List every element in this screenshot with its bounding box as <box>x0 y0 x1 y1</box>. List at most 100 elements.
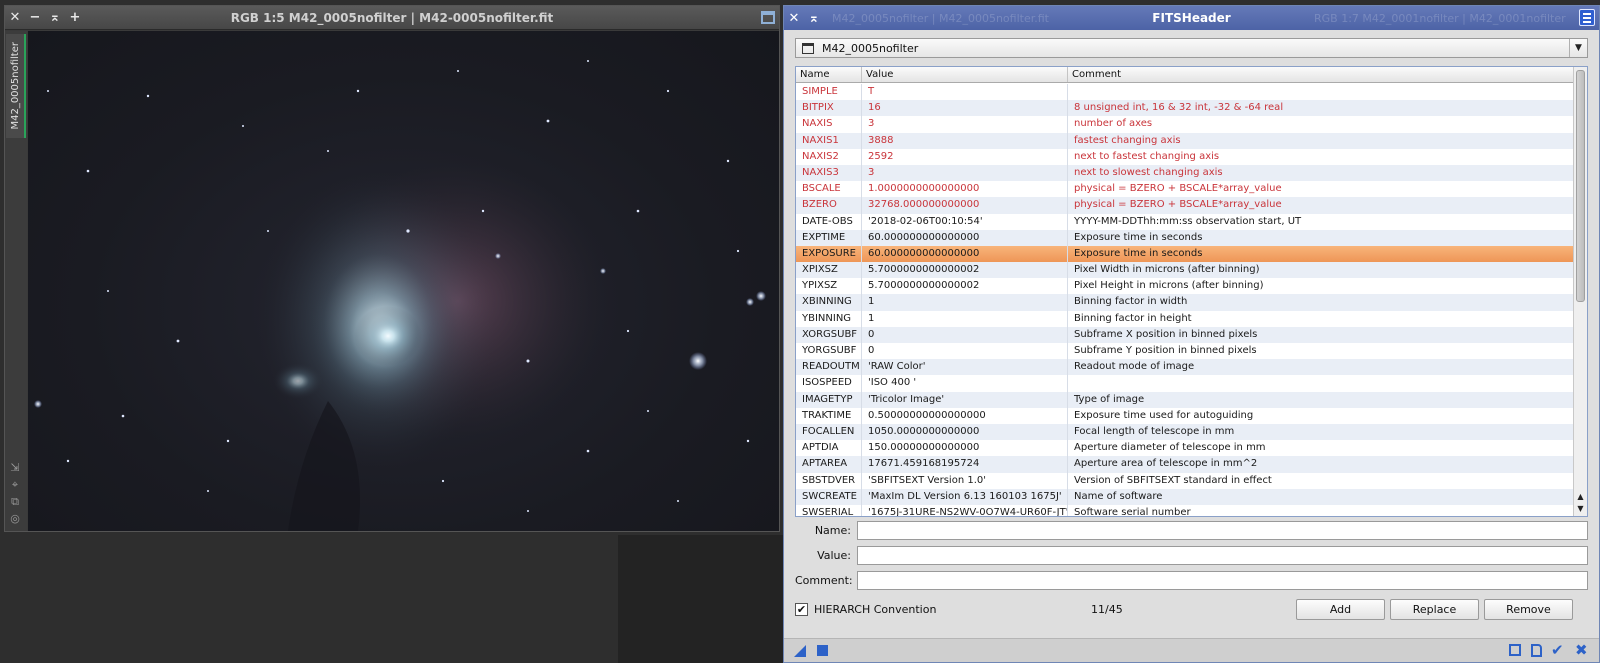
cell-comment: next to slowest changing axis <box>1068 164 1574 182</box>
cell-name: XPIXSZ <box>796 262 862 279</box>
cell-value: '1675J-31URE-NS2WV-0O7W4-UR60F-JT' <box>862 504 1068 516</box>
close-icon[interactable]: ✕ <box>784 6 804 30</box>
comment-input[interactable] <box>857 570 1588 590</box>
table-row[interactable]: EXPOSURE 60.000000000000000 Exposure time … <box>796 245 1574 263</box>
table-row[interactable]: DATE-OBS '2018-02-06T00:10:54' YYYY-MM-DDT… <box>796 213 1574 230</box>
image-window[interactable]: ✕ − ⌅ + RGB 1:5 M42_0005nofilter | M42-0… <box>4 5 780 532</box>
fits-header-window[interactable]: ✕ ⌅ M42_0005nofilter | M42_0005nofilter.… <box>783 5 1600 663</box>
table-row[interactable]: XBINNING 1 Binning factor in width <box>796 294 1574 311</box>
replace-button[interactable]: Replace <box>1390 599 1479 620</box>
table-row[interactable]: BSCALE 1.0000000000000000 physical = BZERO… <box>796 181 1574 198</box>
image-canvas[interactable] <box>28 31 779 531</box>
document-icon[interactable] <box>1531 644 1542 657</box>
desktop-background <box>618 535 783 663</box>
cell-name: TRAKTIME <box>796 407 862 424</box>
table-row[interactable]: ISOSPEED 'ISO 400 ' <box>796 375 1574 392</box>
process-icon[interactable] <box>1579 9 1595 26</box>
cell-value: 60.000000000000000 <box>862 229 1068 246</box>
cell-value: 0.50000000000000000 <box>862 407 1068 424</box>
view-id-tab[interactable]: M42_0005nofilter <box>6 34 26 138</box>
table-row[interactable]: NAXIS 3 number of axes <box>796 116 1574 133</box>
table-row[interactable]: BZERO 32768.000000000000 physical = BZERO … <box>796 197 1574 214</box>
resize-icon[interactable]: ⇲ <box>8 462 22 474</box>
reset-icon[interactable]: ✖ <box>1575 643 1589 658</box>
table-row[interactable]: NAXIS3 3 next to slowest changing axis <box>796 164 1574 182</box>
cell-value: 0 <box>862 326 1068 343</box>
clone-icon[interactable]: ⧉ <box>8 496 22 508</box>
comment-row: Comment: <box>795 570 1588 590</box>
column-header-value[interactable]: Value <box>862 67 1068 82</box>
cell-comment: Readout mode of image <box>1068 359 1574 376</box>
scroll-up-icon[interactable]: ▲ <box>1574 491 1587 503</box>
image-window-title: RGB 1:5 M42_0005nofilter | M42-0005nofil… <box>230 10 554 25</box>
table-row[interactable]: READOUTM 'RAW Color' Readout mode of image <box>796 359 1574 376</box>
table-row[interactable]: BITPIX 16 8 unsigned int, 16 & 32 int, -32… <box>796 100 1574 117</box>
apply-global-icon[interactable] <box>817 645 828 656</box>
table-row[interactable]: SWSERIAL '1675J-31URE-NS2WV-0O7W4-UR60F-J… <box>796 504 1574 516</box>
cell-name: ISOSPEED <box>796 375 862 392</box>
table-row[interactable]: SBSTDVER 'SBFITSEXT Version 1.0' Version o… <box>796 472 1574 489</box>
browse-documentation-icon[interactable] <box>1509 644 1521 656</box>
table-row[interactable]: NAXIS2 2592 next to fastest changing axis <box>796 148 1574 165</box>
process-footer: ✔ ✖ <box>784 638 1599 662</box>
table-row[interactable]: SIMPLE T <box>796 84 1574 101</box>
add-button[interactable]: Add <box>1296 599 1385 620</box>
cell-name: IMAGETYP <box>796 391 862 408</box>
remove-button[interactable]: Remove <box>1484 599 1573 620</box>
cell-name: APTAREA <box>796 456 862 473</box>
table-row[interactable]: NAXIS1 3888 fastest changing axis <box>796 132 1574 149</box>
table-row[interactable]: EXPTIME 60.000000000000000 Exposure time i… <box>796 229 1574 246</box>
shade-icon[interactable]: ⌅ <box>45 6 65 30</box>
scrollbar-thumb[interactable] <box>1576 70 1585 302</box>
chevron-down-icon[interactable]: ▼ <box>1569 39 1587 57</box>
table-row[interactable]: XORGSUBF 0 Subframe X position in binned p… <box>796 326 1574 343</box>
shade-icon[interactable]: ⌅ <box>804 6 824 30</box>
value-input[interactable] <box>857 545 1588 565</box>
check-icon[interactable]: ✔ <box>1551 643 1565 658</box>
cell-comment: Aperture diameter of telescope in mm <box>1068 440 1574 457</box>
scroll-down-icon[interactable]: ▼ <box>1574 503 1587 515</box>
table-row[interactable]: YORGSUBF 0 Subframe Y position in binned p… <box>796 343 1574 360</box>
cell-name: BSCALE <box>796 181 862 198</box>
table-row[interactable]: TRAKTIME 0.50000000000000000 Exposure time… <box>796 407 1574 424</box>
mask-icon[interactable]: ◎ <box>8 513 22 525</box>
background-window-title: M42_0005nofilter | M42_0005nofilter.fit <box>832 12 1049 25</box>
table-row[interactable]: YPIXSZ 5.7000000000000002 Pixel Height in … <box>796 278 1574 295</box>
value-label: Value: <box>817 548 851 562</box>
view-selector-value: M42_0005nofilter <box>822 41 919 55</box>
cell-comment: Binning factor in width <box>1068 294 1574 311</box>
name-input[interactable] <box>857 520 1588 540</box>
window-icon <box>802 42 814 54</box>
maximize-icon[interactable] <box>761 11 775 24</box>
close-icon[interactable]: ✕ <box>5 6 25 30</box>
hierarch-label[interactable]: HIERARCH Convention <box>814 603 936 616</box>
cell-value: 'SBFITSEXT Version 1.0' <box>862 472 1068 489</box>
table-row[interactable]: FOCALLEN 1050.0000000000000 Focal length o… <box>796 423 1574 441</box>
cell-comment <box>1068 84 1574 101</box>
keywords-table[interactable]: Name Value Comment SIMPLE T BITPIX 16 8 unsi… <box>795 66 1588 517</box>
table-row[interactable]: XPIXSZ 5.7000000000000002 Pixel Width in m… <box>796 262 1574 279</box>
table-scrollbar[interactable]: ▲ ▼ <box>1573 67 1587 516</box>
view-selector[interactable]: M42_0005nofilter ▼ <box>795 38 1588 58</box>
fits-window-titlebar[interactable]: ✕ ⌅ M42_0005nofilter | M42_0005nofilter.… <box>784 6 1599 30</box>
cell-comment: Version of SBFITSEXT standard in effect <box>1068 472 1574 489</box>
hierarch-checkbox[interactable]: ✔ <box>795 602 808 616</box>
table-row[interactable]: APTAREA 17671.459168195724 Aperture area o… <box>796 456 1574 473</box>
cell-name: EXPOSURE <box>796 245 862 263</box>
fit-view-icon[interactable]: ⌖ <box>8 479 22 491</box>
image-side-panel: M42_0005nofilter ⇲ ⌖ ⧉ ◎ <box>5 31 27 531</box>
table-row[interactable]: SWCREATE 'MaxIm DL Version 6.13 160103 16… <box>796 488 1574 505</box>
column-header-comment[interactable]: Comment <box>1068 67 1574 82</box>
column-header-name[interactable]: Name <box>796 67 862 82</box>
cell-name: SIMPLE <box>796 84 862 101</box>
image-window-titlebar[interactable]: ✕ − ⌅ + RGB 1:5 M42_0005nofilter | M42-0… <box>5 6 779 30</box>
cell-comment: Subframe Y position in binned pixels <box>1068 343 1574 360</box>
cell-value: 32768.000000000000 <box>862 197 1068 214</box>
pin-icon[interactable]: + <box>65 6 85 30</box>
table-row[interactable]: APTDIA 150.00000000000000 Aperture diamete… <box>796 440 1574 457</box>
new-instance-icon[interactable] <box>794 645 806 657</box>
minimize-icon[interactable]: − <box>25 6 45 30</box>
cell-comment <box>1068 375 1574 392</box>
table-row[interactable]: IMAGETYP 'Tricolor Image' Type of image <box>796 391 1574 408</box>
table-row[interactable]: YBINNING 1 Binning factor in height <box>796 310 1574 327</box>
